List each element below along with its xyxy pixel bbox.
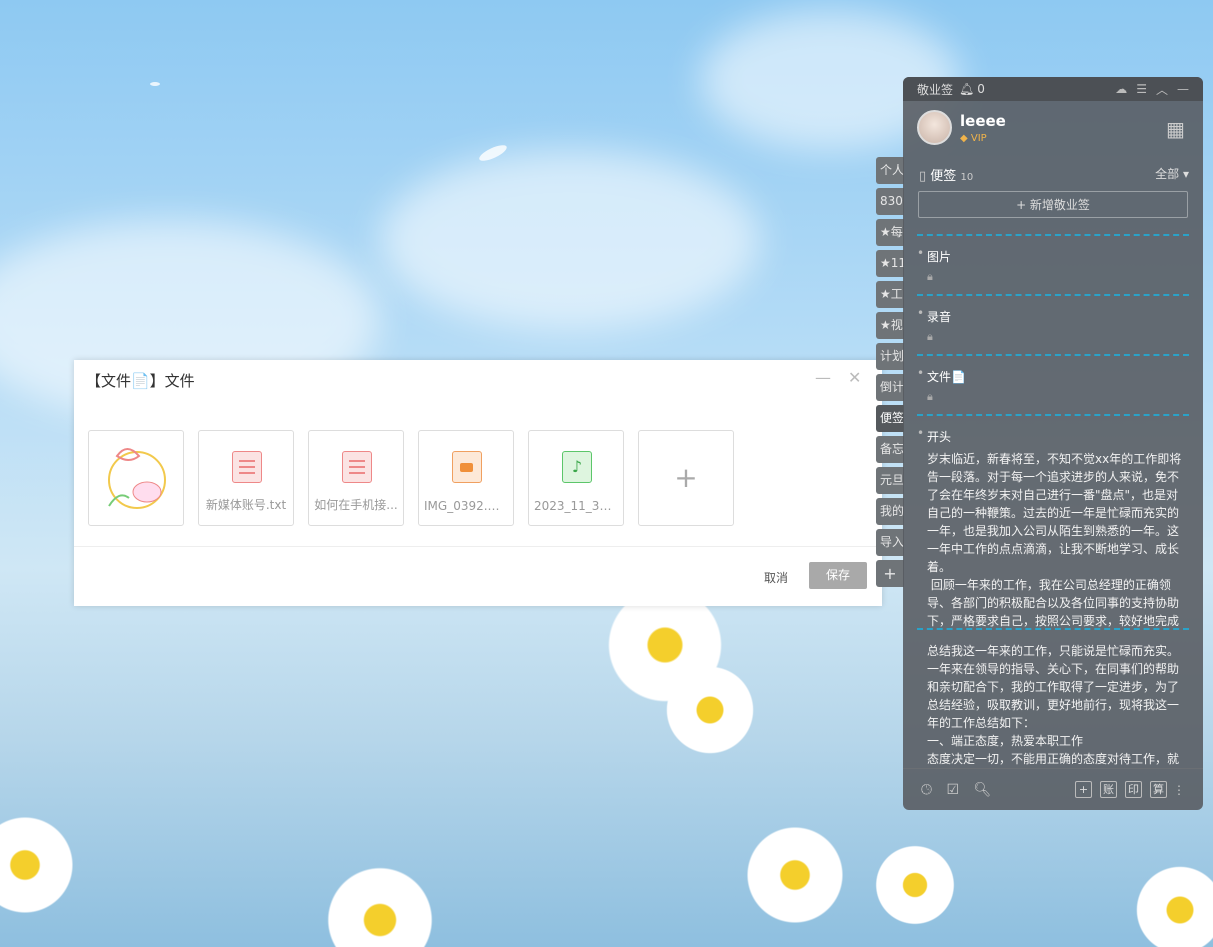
panel-titlebar: 敬业签 🔔︎ 0 ☁︎ ☰ ︿ — [903,77,1203,101]
add-file-button[interactable]: + [638,430,734,526]
audio-file-icon: ♪ [562,451,592,483]
bell-icon[interactable]: 🔔︎ [959,82,974,96]
section-count: 10 [960,172,974,183]
file-name: 如何在手机接... [314,498,398,512]
history-icon[interactable]: 🕒︎ [921,782,932,798]
side-tab[interactable]: ★工 [876,281,904,308]
background-daisy [320,860,440,947]
note-title: 图片 [917,246,951,265]
file-name: 新媒体账号.txt [205,498,287,512]
menu-icon[interactable]: ☰ [1136,82,1147,96]
file-list: 新媒体账号.txt 如何在手机接... IMG_0392.M... ♪ 2023… [88,430,734,526]
side-tab-bar: 个人 830 ★每 ★11 ★工 ★视 计划 倒计 便签 备忘 元旦 我的 导入… [876,157,904,591]
background-petal [150,82,160,86]
calculator-icon[interactable]: 算 [1150,781,1167,798]
side-tab[interactable]: 830 [876,188,904,215]
file-dialog: 【文件📄】文件 — ✕ 新媒体账号.txt 如何在手机接... IMG_0392… [74,360,882,606]
document-icon [232,451,262,483]
file-item[interactable] [88,430,184,526]
background-daisy [740,820,850,930]
section-title: 便签 [930,169,957,184]
minimize-button[interactable]: — [815,368,831,387]
image-thumbnail-icon [108,448,166,509]
background-daisy [0,810,80,920]
video-file-icon [452,451,482,483]
note-item[interactable]: 图片 🔒︎ [917,234,1189,294]
file-item[interactable]: ♪ 2023_11_30_0... [528,430,624,526]
calendar-icon[interactable]: ▦ [1166,117,1185,141]
file-item[interactable]: IMG_0392.M... [418,430,514,526]
side-tab[interactable]: 计划 [876,343,904,370]
side-tab[interactable]: ★11 [876,250,904,277]
background-daisy [870,840,960,930]
side-tab[interactable]: 导入 [876,529,904,556]
archive-icon[interactable]: ☑ [947,782,960,798]
file-name: IMG_0392.M... [424,499,510,513]
side-tab[interactable]: 元旦 [876,467,904,494]
note-item[interactable]: 录音 🔒︎ [917,294,1189,354]
dialog-divider [74,546,882,547]
lock-icon: 🔒︎ [927,270,933,283]
file-item[interactable]: 新媒体账号.txt [198,430,294,526]
add-note-icon[interactable]: + [1075,781,1092,798]
dialog-title: 【文件📄】文件 [86,372,195,390]
note-title: 录音 [917,306,951,325]
print-icon[interactable]: 印 [1125,781,1142,798]
file-name: 2023_11_30_0... [534,499,623,513]
bookmark-icon: ▯ [919,169,927,184]
diamond-icon: ◆ [960,133,968,144]
side-tab[interactable]: 我的 [876,498,904,525]
username: leeee [960,112,1006,130]
background-cloud [380,150,760,330]
side-tab[interactable]: ★视 [876,312,904,339]
note-item[interactable]: 开头 岁末临近，新春将至，不知不觉xx年的工作即将告一段落。对于每一个追求进步的… [917,414,1189,628]
side-tab-active[interactable]: 便签 [876,405,904,432]
app-name: 敬业签 [917,82,954,97]
note-body: 总结我这一年来的工作，只能说是忙碌而充实。一年来在领导的指导、关心下，在同事们的… [927,644,1180,766]
bell-count: 0 [977,82,985,96]
note-body: 岁末临近，新春将至，不知不觉xx年的工作即将告一段落。对于每一个追求进步的人来说… [927,452,1182,628]
lock-icon: 🔒︎ [927,390,933,403]
section-header: ▯ 便签 10 全部 ▾ [919,165,1189,184]
notes-panel: 敬业签 🔔︎ 0 ☁︎ ☰ ︿ — leeee ◆ VIP ▦ ▯ 便签 10 … [903,77,1203,810]
note-title: 开头 [917,426,951,445]
cloud-icon[interactable]: ☁︎ [1115,82,1127,96]
account-icon[interactable]: 账 [1100,781,1117,798]
background-daisy [660,660,760,760]
document-icon [342,451,372,483]
side-tab[interactable]: ★每 [876,219,904,246]
file-item[interactable]: 如何在手机接... [308,430,404,526]
filter-dropdown[interactable]: 全部 ▾ [1155,165,1189,182]
new-note-button[interactable]: + 新增敬业签 [918,191,1188,218]
search-icon[interactable]: 🔍︎ [974,782,992,798]
side-tab[interactable]: 倒计 [876,374,904,401]
add-tab-button[interactable]: + [876,560,904,587]
side-tab[interactable]: 个人 [876,157,904,184]
lock-icon: 🔒︎ [927,330,933,343]
background-daisy [1130,860,1213,947]
note-item[interactable]: 文件📄 🔒︎ [917,354,1189,414]
close-button[interactable]: ✕ [848,368,861,387]
minimize-icon[interactable]: — [1177,82,1189,96]
save-button[interactable]: 保存 [809,562,867,589]
collapse-icon[interactable]: ︿ [1156,81,1168,98]
avatar[interactable] [917,110,952,145]
more-icon[interactable]: ⋮ [1173,783,1185,797]
panel-bottom-toolbar: 🕒︎ ☑ 🔍︎ + 账 印 算 ⋮ [903,768,1203,810]
cancel-button[interactable]: 取消 [764,569,788,586]
note-title: 文件📄 [917,366,966,385]
side-tab[interactable]: 备忘 [876,436,904,463]
note-item[interactable]: 总结我这一年来的工作，只能说是忙碌而充实。一年来在领导的指导、关心下，在同事们的… [917,628,1189,766]
vip-badge: ◆ VIP [960,133,987,144]
